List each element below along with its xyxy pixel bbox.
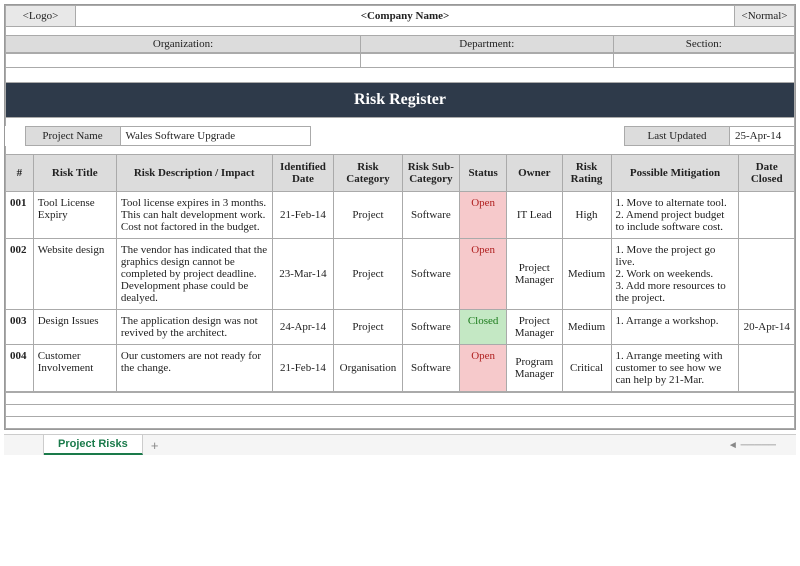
cell-mitig[interactable]: 1. Arrange meeting with customer to see … (611, 345, 739, 392)
project-name-label: Project Name (25, 127, 120, 146)
cell-closed[interactable] (739, 239, 795, 310)
cell-subcat[interactable]: Software (402, 345, 460, 392)
org-values (5, 53, 795, 68)
company-name: <Company Name> (76, 6, 735, 27)
cell-owner[interactable]: IT Lead (507, 192, 562, 239)
col-ident: Identified Date (272, 155, 334, 192)
gap-row-2 (5, 118, 795, 126)
cell-subcat[interactable]: Software (402, 239, 460, 310)
col-subcat: Risk Sub-Category (402, 155, 460, 192)
cell-ident[interactable]: 21-Feb-14 (272, 345, 334, 392)
last-updated-label: Last Updated (625, 127, 730, 146)
cell-rating[interactable]: Medium (562, 310, 611, 345)
col-closed: Date Closed (739, 155, 795, 192)
risk-table: # Risk Title Risk Description / Impact I… (5, 154, 795, 392)
cell-num[interactable]: 003 (6, 310, 34, 345)
add-sheet-button[interactable]: + (143, 438, 167, 453)
banner-title: Risk Register (6, 83, 795, 118)
col-mitig: Possible Mitigation (611, 155, 739, 192)
dept-label: Department: (361, 36, 613, 53)
cell-desc[interactable]: Our customers are not ready for the chan… (116, 345, 272, 392)
col-title: Risk Title (33, 155, 116, 192)
col-status: Status (460, 155, 507, 192)
table-row[interactable]: 002Website designThe vendor has indicate… (6, 239, 795, 310)
cell-status[interactable]: Open (460, 192, 507, 239)
cell-desc[interactable]: The vendor has indicated that the graphi… (116, 239, 272, 310)
cell-title[interactable]: Design Issues (33, 310, 116, 345)
cell-title[interactable]: Website design (33, 239, 116, 310)
cell-ident[interactable]: 21-Feb-14 (272, 192, 334, 239)
cell-cat[interactable]: Organisation (334, 345, 402, 392)
gap-row (5, 68, 795, 82)
section-label: Section: (613, 36, 794, 53)
cell-ident[interactable]: 24-Apr-14 (272, 310, 334, 345)
cell-num[interactable]: 002 (6, 239, 34, 310)
header-row: <Logo> <Company Name> <Normal> (5, 5, 795, 27)
table-header-row: # Risk Title Risk Description / Impact I… (6, 155, 795, 192)
banner: Risk Register (5, 82, 795, 118)
cell-cat[interactable]: Project (334, 310, 402, 345)
cell-status[interactable]: Open (460, 239, 507, 310)
org-value[interactable] (6, 54, 361, 68)
table-row[interactable]: 003Design IssuesThe application design w… (6, 310, 795, 345)
cell-status[interactable]: Closed (460, 310, 507, 345)
cell-closed[interactable] (739, 192, 795, 239)
project-name-value[interactable]: Wales Software Upgrade (120, 127, 310, 146)
empty-rows (5, 392, 795, 429)
cell-closed[interactable] (739, 345, 795, 392)
cell-num[interactable]: 001 (6, 192, 34, 239)
cell-cat[interactable]: Project (334, 192, 402, 239)
divider-row (5, 27, 795, 35)
dept-value[interactable] (361, 54, 613, 68)
risk-register-sheet: <Logo> <Company Name> <Normal> Organizat… (4, 4, 796, 430)
col-owner: Owner (507, 155, 562, 192)
cell-owner[interactable]: Project Manager (507, 239, 562, 310)
cell-owner[interactable]: Project Manager (507, 310, 562, 345)
style-cell: <Normal> (735, 6, 795, 27)
org-labels: Organization: Department: Section: (5, 35, 795, 53)
cell-desc[interactable]: The application design was not revived b… (116, 310, 272, 345)
section-value[interactable] (613, 54, 794, 68)
cell-title[interactable]: Customer Involvement (33, 345, 116, 392)
cell-closed[interactable]: 20-Apr-14 (739, 310, 795, 345)
meta-row: Project Name Wales Software Upgrade Last… (5, 126, 795, 146)
cell-rating[interactable]: Critical (562, 345, 611, 392)
cell-title[interactable]: Tool License Expiry (33, 192, 116, 239)
cell-desc[interactable]: Tool license expires in 3 months. This c… (116, 192, 272, 239)
col-cat: Risk Category (334, 155, 402, 192)
cell-mitig[interactable]: 1. Arrange a workshop. (611, 310, 739, 345)
cell-mitig[interactable]: 1. Move to alternate tool. 2. Amend proj… (611, 192, 739, 239)
org-label: Organization: (6, 36, 361, 53)
cell-subcat[interactable]: Software (402, 310, 460, 345)
cell-subcat[interactable]: Software (402, 192, 460, 239)
cell-owner[interactable]: Program Manager (507, 345, 562, 392)
logo-cell: <Logo> (6, 6, 76, 27)
col-rating: Risk Rating (562, 155, 611, 192)
gap-row-3 (5, 146, 795, 154)
tab-nav-spacer (4, 435, 44, 455)
cell-cat[interactable]: Project (334, 239, 402, 310)
col-num: # (6, 155, 34, 192)
last-updated-value[interactable]: 25-Apr-14 (730, 127, 795, 146)
cell-ident[interactable]: 23-Mar-14 (272, 239, 334, 310)
tab-project-risks[interactable]: Project Risks (44, 435, 143, 455)
sheet-tabs: Project Risks + ◄ ───── (4, 434, 796, 455)
table-row[interactable]: 001Tool License ExpiryTool license expir… (6, 192, 795, 239)
cell-status[interactable]: Open (460, 345, 507, 392)
col-desc: Risk Description / Impact (116, 155, 272, 192)
cell-rating[interactable]: Medium (562, 239, 611, 310)
plus-icon: + (151, 438, 159, 453)
cell-mitig[interactable]: 1. Move the project go live. 2. Work on … (611, 239, 739, 310)
cell-num[interactable]: 004 (6, 345, 34, 392)
table-row[interactable]: 004Customer InvolvementOur customers are… (6, 345, 795, 392)
cell-rating[interactable]: High (562, 192, 611, 239)
horizontal-scroll[interactable]: ◄ ───── (708, 440, 796, 451)
